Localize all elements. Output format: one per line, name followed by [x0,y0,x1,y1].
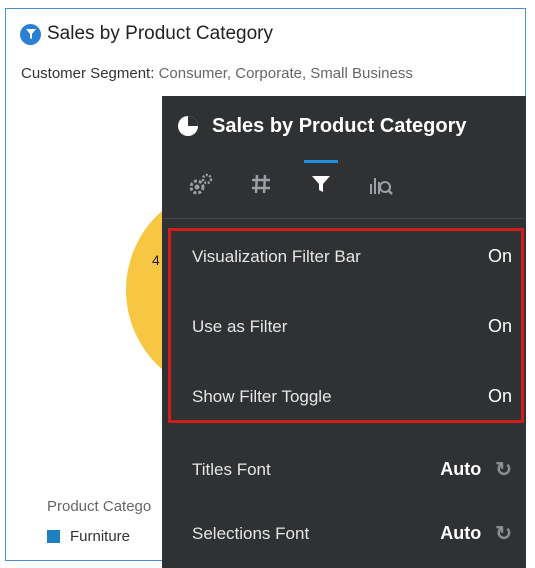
filter-summary: Customer Segment: Consumer, Corporate, S… [21,65,413,82]
panel-title: Sales by Product Category [212,114,467,137]
tab-general[interactable] [186,166,216,202]
panel-header: Sales by Product Category [176,114,467,138]
filter-icon [312,176,330,192]
chart-title: Sales by Product Category [47,23,274,44]
gears-icon [189,173,213,195]
legend-title: Product Catego [47,498,152,515]
row-titles-font[interactable]: Titles Font Auto ↻ [192,457,512,482]
tab-filters[interactable] [304,160,338,202]
filter-active-icon[interactable] [20,23,41,45]
pie-chart-icon [178,116,198,136]
row-value[interactable]: Auto [440,459,481,480]
refresh-icon[interactable]: ↻ [495,457,512,482]
row-label: Selections Font [192,523,310,543]
row-label: Titles Font [192,459,271,479]
refresh-icon[interactable]: ↻ [495,521,512,546]
pie-data-label: 4 [152,252,160,268]
tab-values[interactable] [246,166,276,202]
legend-label: Furniture [70,528,131,545]
chart-title-row: Sales by Product Category [20,23,273,45]
highlight-box [168,228,524,423]
legend-swatch [47,530,60,543]
panel-divider [162,218,526,219]
legend-item[interactable]: Furniture [47,528,130,545]
segment-label: Customer Segment: [21,65,155,82]
chart-settings-icon [370,178,393,195]
hash-icon [252,174,270,194]
row-value-group: Auto ↻ [440,521,512,546]
tab-analytics[interactable] [366,166,396,202]
row-value[interactable]: Auto [440,523,481,544]
panel-tabs [186,160,396,202]
row-value-group: Auto ↻ [440,457,512,482]
row-selections-font[interactable]: Selections Font Auto ↻ [192,521,512,546]
segment-value: Consumer, Corporate, Small Business [158,65,413,82]
